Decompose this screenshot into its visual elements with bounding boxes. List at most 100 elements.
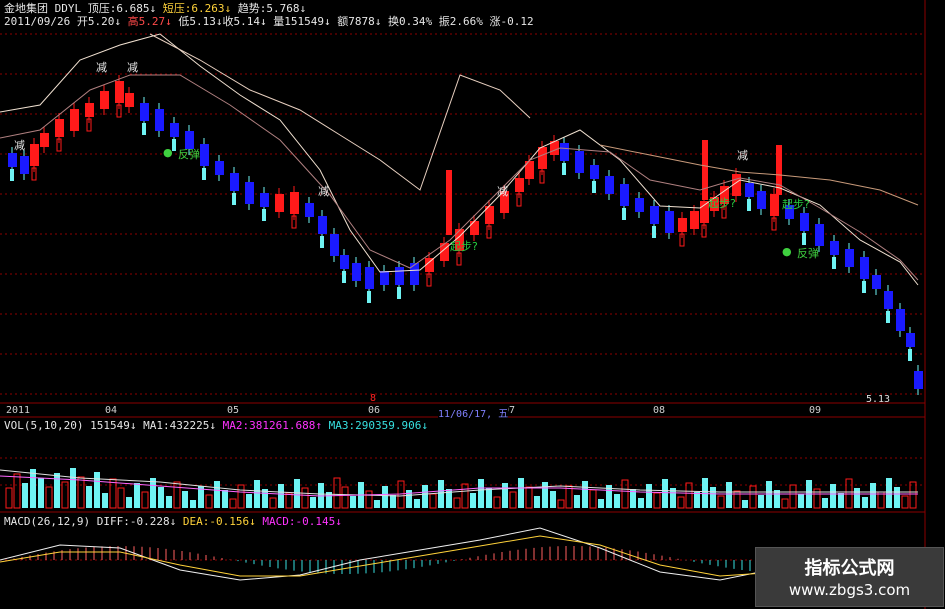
volume-bar bbox=[470, 493, 476, 508]
start-annotation: 起步? bbox=[708, 197, 736, 210]
volume-bar bbox=[350, 496, 356, 508]
volume-bar bbox=[461, 483, 469, 509]
candle-shadow bbox=[862, 281, 866, 293]
macd-label: MACD: bbox=[262, 515, 296, 528]
time-axis-label: 05 bbox=[227, 405, 240, 416]
volume-bar bbox=[269, 497, 277, 509]
open-label: 开 bbox=[76, 15, 88, 28]
volume-bar bbox=[685, 482, 693, 509]
quote-date: 2011/09/26 bbox=[4, 15, 71, 28]
down-arrow-icon: ↓ bbox=[129, 419, 137, 432]
watermark-url: www.zbgs3.com bbox=[788, 581, 911, 599]
volume-bar bbox=[653, 492, 661, 509]
reduce-annotation: 减 bbox=[497, 185, 508, 198]
close-label: 收 bbox=[222, 15, 234, 28]
candle-shadow bbox=[652, 226, 656, 238]
volume-bar bbox=[5, 487, 13, 509]
volume-bar bbox=[38, 478, 44, 508]
macd-panel-header: MACD(26,12,9) DIFF:-0.228↓ DEA:-0.156↓ M… bbox=[4, 515, 342, 528]
low-label: 低 bbox=[178, 15, 190, 28]
start-annotation: 起步? bbox=[782, 198, 810, 211]
volume-bar bbox=[109, 478, 117, 509]
macd-value: -0.145 bbox=[295, 515, 336, 528]
volume-bar bbox=[838, 493, 844, 508]
amplitude-label: 振 bbox=[438, 15, 450, 28]
candle-body bbox=[914, 371, 923, 389]
candle-body bbox=[515, 178, 524, 192]
amplitude-value: 2.66% bbox=[449, 15, 483, 28]
volume-bar bbox=[374, 500, 380, 508]
volume-bar bbox=[86, 486, 92, 508]
volume-bar bbox=[126, 497, 132, 508]
down-arrow-icon: ↓ bbox=[323, 15, 331, 28]
candle-body bbox=[230, 173, 239, 191]
down-arrow-icon: ↓ bbox=[259, 15, 267, 28]
volume-bar bbox=[102, 493, 108, 508]
candle-body bbox=[85, 103, 94, 117]
volume-bar bbox=[565, 485, 573, 509]
candle-shadow bbox=[886, 311, 890, 323]
open-value: 5.20 bbox=[87, 15, 115, 28]
candle-body bbox=[245, 182, 254, 204]
volume-bar bbox=[598, 499, 604, 508]
volume-bar bbox=[278, 484, 284, 508]
turnover-label: 换 bbox=[387, 15, 399, 28]
candle-body bbox=[538, 147, 547, 169]
volume-bar bbox=[77, 476, 85, 509]
volume-bar bbox=[190, 500, 196, 508]
candle-body bbox=[872, 275, 881, 289]
down-arrow-icon: ↓ bbox=[209, 419, 216, 432]
turnover-value: 0.34% bbox=[398, 15, 433, 28]
candle-body bbox=[678, 218, 687, 232]
volume-bar bbox=[365, 490, 373, 509]
diff-value: -0.228 bbox=[129, 515, 170, 528]
volume-bar bbox=[70, 468, 76, 508]
candle-body bbox=[575, 151, 584, 173]
volume-bar bbox=[862, 497, 868, 508]
volume-bar bbox=[429, 493, 437, 509]
down-arrow-icon: ↓ bbox=[249, 515, 256, 528]
dea-label: DEA: bbox=[182, 515, 210, 528]
down-arrow-icon: ↓ bbox=[421, 419, 428, 432]
volume-bar bbox=[310, 497, 316, 508]
candle-body bbox=[620, 184, 629, 206]
candle-body bbox=[896, 309, 905, 331]
change-value: -0.12 bbox=[500, 15, 534, 28]
amount-value: 7878 bbox=[348, 15, 375, 28]
volume-bar bbox=[749, 485, 757, 509]
volume-bar bbox=[150, 478, 156, 508]
ma1-value: 432225 bbox=[169, 419, 210, 432]
volume-bar bbox=[486, 488, 492, 508]
volume-bar bbox=[677, 496, 685, 509]
candle-shadow bbox=[592, 181, 596, 193]
volume-label: 量 bbox=[273, 15, 285, 28]
volume-bar bbox=[742, 500, 748, 508]
candle-body bbox=[340, 255, 349, 269]
close-value: 5.14 bbox=[233, 15, 260, 28]
volume-bar bbox=[542, 482, 548, 508]
candle-body bbox=[860, 257, 869, 279]
candle-body bbox=[140, 103, 149, 121]
volume-bar bbox=[438, 480, 444, 508]
down-arrow-icon: ↓ bbox=[374, 15, 382, 28]
candle-body bbox=[410, 263, 419, 285]
volume-bar bbox=[621, 479, 629, 509]
volume-bar bbox=[30, 469, 36, 508]
candle-body bbox=[290, 192, 299, 214]
volume-bar bbox=[909, 481, 917, 509]
ma2-value: 381261.688 bbox=[249, 419, 316, 432]
volume-current: 151549 bbox=[90, 419, 130, 432]
ma1-label: MA1: bbox=[143, 419, 170, 432]
rebound-marker-icon: ● bbox=[163, 146, 173, 159]
candle-shadow bbox=[262, 209, 266, 221]
candle-body bbox=[30, 144, 39, 166]
ma3-label: MA3: bbox=[328, 419, 356, 432]
volume-bar bbox=[518, 478, 524, 508]
volume-bar bbox=[222, 490, 228, 508]
candle-shadow bbox=[802, 233, 806, 245]
volume-bar bbox=[662, 479, 668, 508]
reduce-annotation: 减 bbox=[127, 61, 138, 74]
volume-bar bbox=[333, 477, 341, 509]
candle-body bbox=[155, 109, 164, 131]
volume-bar bbox=[134, 483, 140, 508]
